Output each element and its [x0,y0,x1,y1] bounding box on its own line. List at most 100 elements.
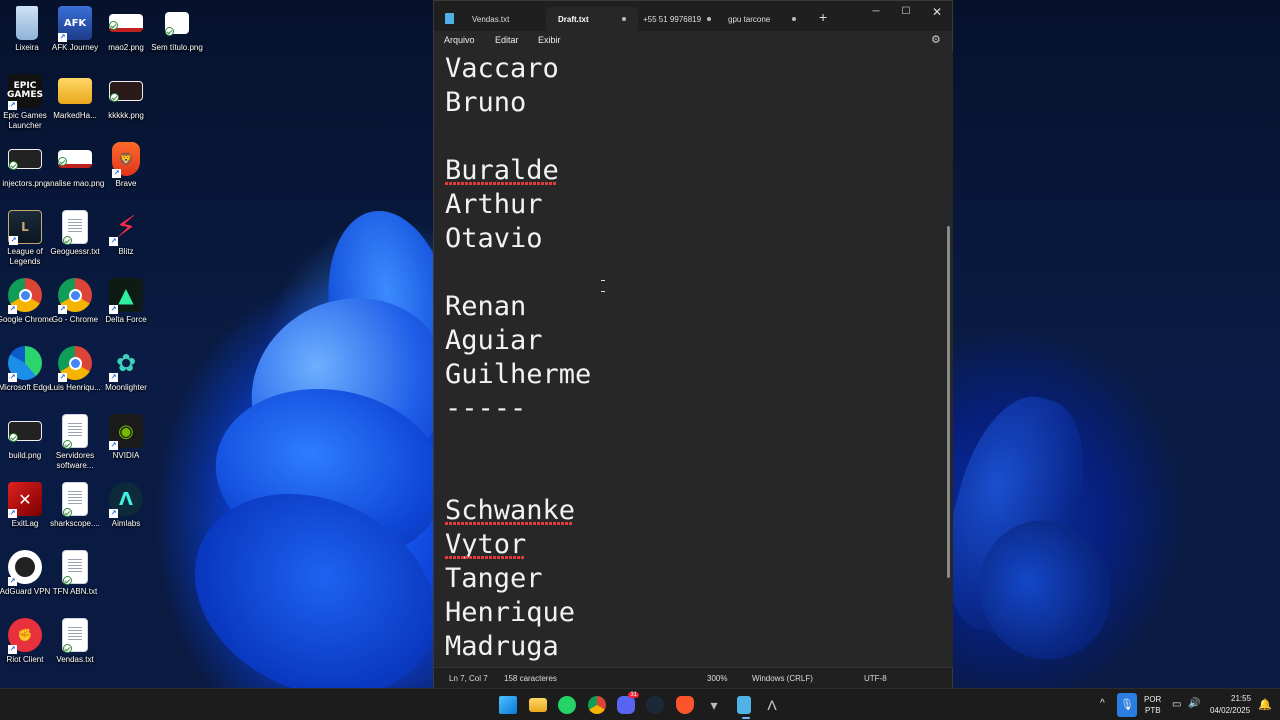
aimlabs-icon: Λ ↗ [109,482,143,518]
delta-force-icon[interactable]: ▾ [705,696,723,714]
discord-icon[interactable]: 31 [617,692,639,714]
desktop-icon-kkkkk[interactable]: kkkkk.png [99,74,153,138]
notification-bell-icon[interactable]: 🔔 [1258,698,1272,711]
desktop-icon-analise-mao[interactable]: analise mao.png [46,142,104,206]
language-indicator[interactable]: POR [1144,695,1161,704]
unsaved-dot-icon [622,17,626,21]
desktop-icon-google-chrome[interactable]: ↗ Google Chrome [0,278,53,342]
brave-icon[interactable] [676,696,694,714]
image-file-icon [109,14,143,32]
image-file-icon [58,150,92,168]
desktop-icon-go-chrome[interactable]: ↗ Go - Chrome [48,278,102,342]
desktop-icon-league[interactable]: L ↗ League of Legends [0,210,52,274]
desktop-icon-label: Blitz [118,247,134,256]
desktop-icon-markedha[interactable]: MarkedHa... [48,74,102,138]
desktop-icon-sem-titulo[interactable]: Sem título.png [150,6,204,70]
shortcut-arrow-icon: ↗ [112,169,121,178]
desktop-icon-brave[interactable]: 🦁 ↗ Brave [99,142,153,206]
start-icon[interactable] [499,696,517,714]
maximize-button[interactable]: ☐ [894,4,918,20]
scroll-thumb[interactable] [947,226,950,578]
desktop-icon-exitlag[interactable]: ✕ ↗ ExitLag [0,482,52,546]
minimize-button[interactable]: ─ [864,4,888,20]
spellcheck-underline [445,522,573,525]
desktop-icon-adguard[interactable]: ↗ AdGuard VPN [0,550,52,614]
exitlag-icon: ✕ ↗ [8,482,42,518]
desktop-icon-mao2[interactable]: mao2.png [99,6,153,70]
chrome-icon: ↗ [8,278,42,314]
desktop-icon-label: Sem título.png [151,43,203,52]
desktop-icon-geoguessr[interactable]: Geoguessr.txt [48,210,102,274]
menu-exibir[interactable]: Exibir [538,35,561,45]
volume-icon[interactable]: 🔊 [1188,698,1200,709]
zoom-level[interactable]: 300% [707,674,727,683]
settings-gear-icon[interactable]: ⚙ [931,34,943,46]
desktop-icon-luis[interactable]: ↗ Luis Henriqu... [48,346,102,410]
desktop-icon-epic-games[interactable]: EPIC GAMES ↗ Epic Games Launcher [0,74,52,138]
clock-date[interactable]: 04/02/2025 [1210,706,1250,715]
shortcut-arrow-icon: ↗ [8,305,17,314]
image-file-icon [165,12,189,36]
network-icon[interactable]: ▭ [1172,699,1181,710]
text-editor[interactable]: Vaccaro Bruno Buralde Arthur Otavio Rena… [434,51,946,667]
text-line: Bruno [445,87,527,118]
desktop-icon-nvidia[interactable]: ◉ ↗ NVIDIA [99,414,153,478]
desktop-icon-injectors[interactable]: injectors.png [0,142,52,206]
new-tab-button[interactable]: + [819,9,827,25]
tab-gpu-tarcone[interactable]: gpu tarcone [722,7,802,31]
notepad-window[interactable]: Vendas.txt Draft.txt +55 51 9976819 gpu … [433,0,953,689]
desktop-icon-tfn-abn[interactable]: TFN ABN.txt [48,550,102,614]
desktop-icon-riot[interactable]: ✊ ↗ Riot Client [0,618,52,682]
encoding[interactable]: UTF-8 [864,674,887,683]
file-explorer-icon[interactable] [529,698,547,712]
steam-icon[interactable] [646,696,664,714]
epic-games-logo-text: EPIC GAMES [7,81,43,100]
tab-phone[interactable]: +55 51 9976819 [639,7,719,31]
text-file-icon [62,210,88,245]
text-file-icon [62,414,88,449]
shortcut-arrow-icon: ↗ [58,33,67,42]
cursor-position: Ln 7, Col 7 [449,674,488,683]
recycle-bin-icon [16,6,38,40]
desktop-icon-sharkscope[interactable]: sharkscope.... [48,482,102,546]
desktop-icon-aimlabs[interactable]: Λ ↗ Aimlabs [99,482,153,546]
unsaved-dot-icon [707,17,711,21]
tray-chevron-up-icon[interactable]: ^ [1100,698,1105,709]
desktop-icon-vendas[interactable]: Vendas.txt [48,618,102,682]
sync-check-icon [63,440,72,449]
sync-check-icon [109,21,118,30]
edge-icon: ↗ [8,346,42,382]
image-file-icon [8,149,42,170]
desktop-icon-label: kkkkk.png [108,111,144,120]
menu-arquivo[interactable]: Arquivo [444,35,475,45]
chrome-icon[interactable] [588,696,606,714]
microphone-icon[interactable]: 🎙 [1117,693,1137,717]
notepad-icon[interactable] [737,696,751,719]
close-button[interactable]: ✕ [925,4,949,20]
epic-games-icon: EPIC GAMES ↗ [7,74,43,110]
tab-draft[interactable]: Draft.txt [546,7,638,31]
title-bar[interactable]: Vendas.txt Draft.txt +55 51 9976819 gpu … [434,1,952,31]
desktop-icon-edge[interactable]: ↗ Microsoft Edge [0,346,52,410]
whatsapp-icon[interactable] [558,696,576,714]
tab-vendas[interactable]: Vendas.txt [464,7,544,31]
desktop-icon-lixeira[interactable]: Lixeira [0,6,54,70]
line-ending[interactable]: Windows (CRLF) [752,674,813,683]
sync-check-icon [63,236,72,245]
desktop-icon-afk-journey[interactable]: AFK ↗ AFK Journey [48,6,102,70]
delta-force-icon: ▲ ↗ [109,278,143,314]
desktop-icon-delta-force[interactable]: ▲ ↗ Delta Force [99,278,153,342]
desktop-icon-servidores[interactable]: Servidores software... [48,414,102,478]
keyboard-layout[interactable]: PTB [1145,706,1161,715]
desktop-icon-moonlighter[interactable]: ✿ ↗ Moonlighter [99,346,153,410]
clock-time[interactable]: 21:55 [1231,694,1251,703]
menu-editar[interactable]: Editar [495,35,519,45]
desktop-icon-blitz[interactable]: ⚡ ↗ Blitz [99,210,153,274]
notepad-icon [445,13,454,24]
character-count: 158 caracteres [504,674,557,683]
shortcut-arrow-icon: ↗ [8,101,17,110]
vertical-scrollbar[interactable] [946,51,953,667]
folder-icon [58,78,92,104]
aimlabs-icon[interactable]: Λ [763,696,781,714]
shortcut-arrow-icon: ↗ [109,509,118,518]
